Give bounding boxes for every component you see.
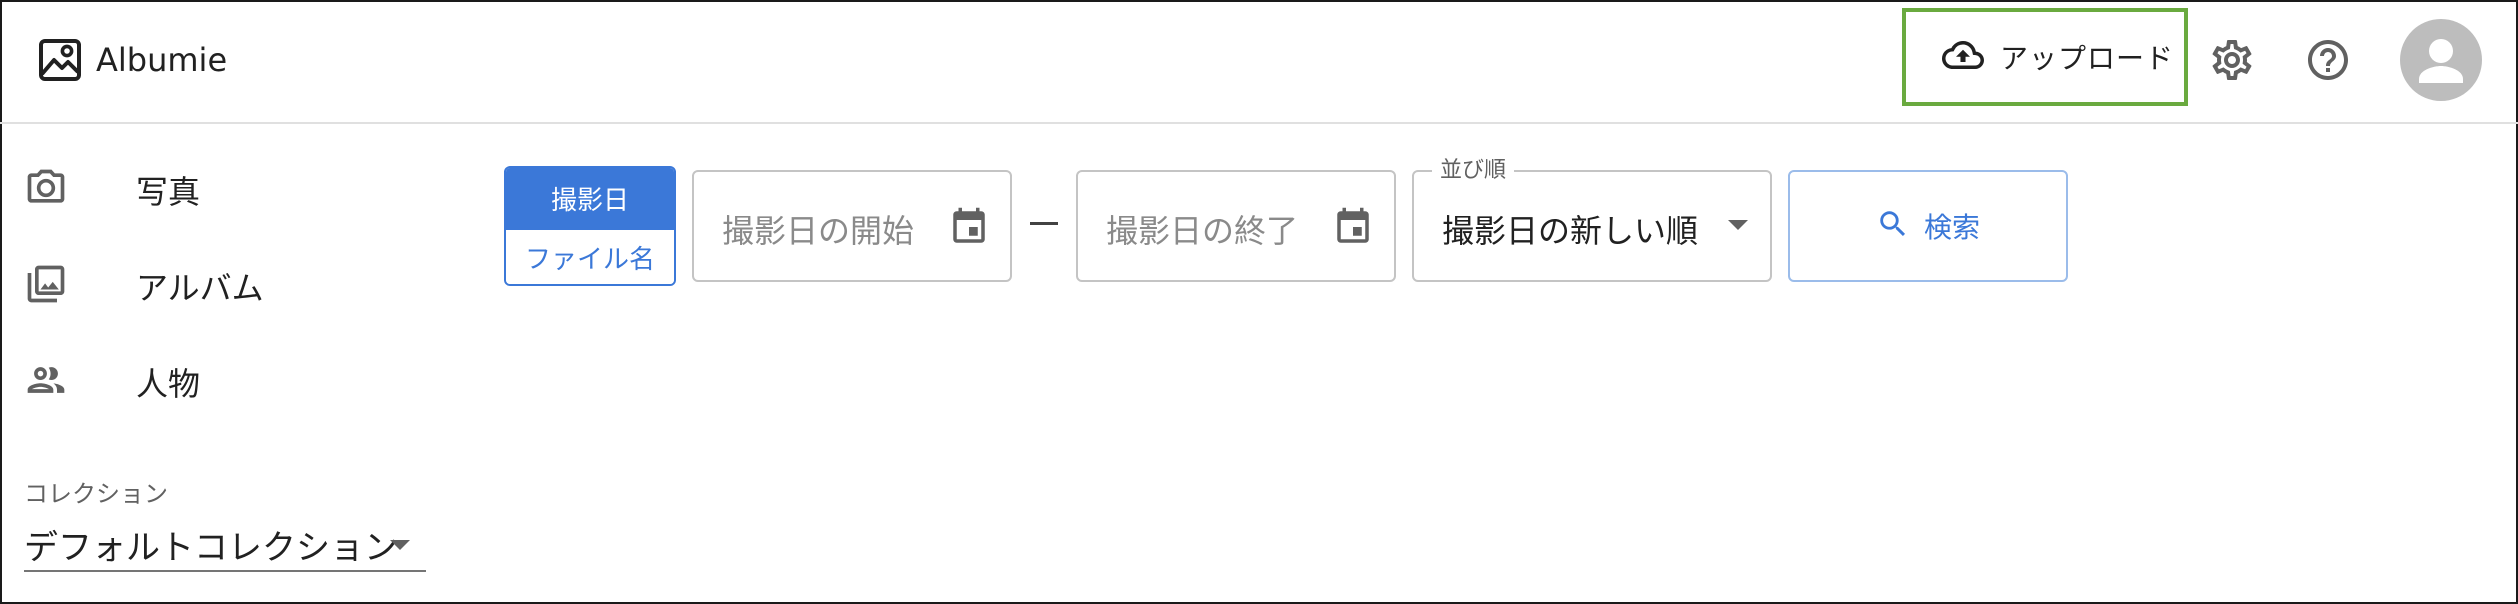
search-label: 検索 bbox=[1923, 211, 1980, 244]
start-date-placeholder: 撮影日の開始 bbox=[722, 212, 915, 250]
sort-order-label: 並び順 bbox=[1432, 152, 1515, 184]
people-icon bbox=[24, 358, 68, 406]
sidebar-item-albums[interactable]: アルバム bbox=[24, 258, 264, 314]
end-date-placeholder: 撮影日の終了 bbox=[1106, 212, 1299, 250]
sidebar-item-people[interactable]: 人物 bbox=[24, 354, 200, 410]
range-dash bbox=[1030, 222, 1058, 225]
cloud-upload-icon bbox=[1942, 34, 1984, 80]
sort-order-value: 撮影日の新しい順 bbox=[1442, 212, 1699, 250]
sidebar-item-photos[interactable]: 写真 bbox=[24, 162, 200, 218]
collection-select[interactable]: デフォルトコレクション bbox=[24, 516, 426, 572]
end-date-input[interactable]: 撮影日の終了 bbox=[1076, 170, 1396, 282]
toggle-file-name[interactable]: ファイル名 bbox=[506, 228, 674, 284]
photo-library-icon bbox=[24, 262, 68, 310]
collection-caption: コレクション bbox=[24, 480, 168, 508]
help-icon[interactable] bbox=[2304, 36, 2352, 84]
app-header: Albumie アップロード bbox=[0, 0, 2518, 124]
app-name: Albumie bbox=[96, 41, 228, 79]
start-date-input[interactable]: 撮影日の開始 bbox=[692, 170, 1012, 282]
search-button[interactable]: 検索 bbox=[1788, 170, 2068, 282]
sort-order-select[interactable]: 撮影日の新しい順 bbox=[1412, 170, 1772, 282]
upload-label: アップロード bbox=[2000, 42, 2175, 75]
calendar-icon[interactable] bbox=[1332, 206, 1374, 248]
sidebar-item-label: アルバム bbox=[136, 269, 264, 307]
chevron-down-icon bbox=[1728, 220, 1748, 230]
sidebar-item-label: 写真 bbox=[136, 173, 201, 211]
collection-value: デフォルトコレクション bbox=[24, 528, 398, 568]
search-mode-toggle: 撮影日 ファイル名 bbox=[504, 166, 676, 286]
upload-button[interactable]: アップロード bbox=[1902, 8, 2188, 106]
account-icon[interactable] bbox=[2400, 19, 2482, 101]
toggle-shooting-date[interactable]: 撮影日 bbox=[506, 168, 674, 228]
search-icon bbox=[1876, 207, 1910, 245]
sidebar-item-label: 人物 bbox=[136, 365, 201, 403]
chevron-down-icon bbox=[390, 540, 410, 550]
gear-icon[interactable] bbox=[2208, 36, 2256, 84]
camera-icon bbox=[24, 166, 68, 214]
albumie-logo-icon[interactable] bbox=[36, 36, 84, 84]
calendar-icon[interactable] bbox=[948, 206, 990, 248]
